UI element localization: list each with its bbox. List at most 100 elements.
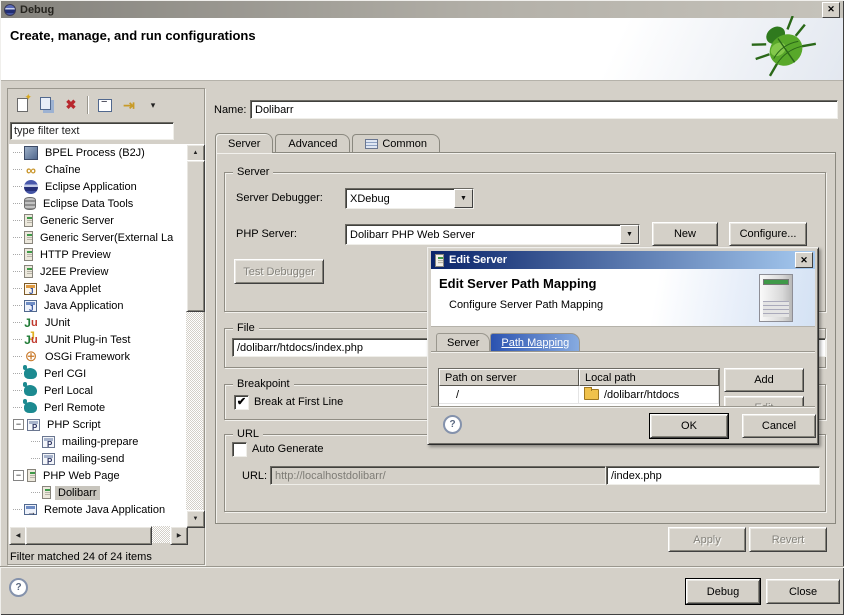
chevron-down-icon[interactable]: ▼ [620,225,639,244]
help-icon[interactable]: ? [443,415,462,434]
server-debugger-select[interactable]: XDebug ▼ [345,188,474,209]
duplicate-icon[interactable] [37,95,57,115]
tree-item-label: Java Application [41,299,127,313]
php-server-select[interactable]: Dolibarr PHP Web Server ▼ [345,224,640,245]
tree-item-label: JUnit [42,316,73,330]
edit-server-tabs: ServerPath Mapping [436,333,580,351]
test-debugger-button[interactable]: Test Debugger [234,259,324,284]
ok-button[interactable]: OK [650,414,728,438]
tree-item-php-web-page[interactable]: − PHP Web Page [9,467,186,484]
server-icon [27,469,36,482]
tree-line [13,237,22,238]
header-banner: Create, manage, and run configurations [1,18,843,81]
horizontal-scroll-thumb[interactable] [25,526,152,545]
tree-item-generic-server[interactable]: Generic Server [9,212,186,229]
server-icon [24,214,33,227]
configure-server-button[interactable]: Configure... [729,222,807,246]
cancel-button[interactable]: Cancel [742,414,816,438]
name-input[interactable]: Dolibarr [250,100,838,119]
tree-item-php-script[interactable]: −PHP Script [9,416,186,433]
close-button[interactable]: Close [766,579,840,604]
tree-item-perl-remote[interactable]: Perl Remote [9,399,186,416]
eclipse-icon [24,180,38,194]
tree-item-label: Eclipse Application [42,180,140,194]
tree-item-j2ee-preview[interactable]: J2EE Preview [9,263,186,280]
help-icon[interactable]: ? [9,578,28,597]
applet-icon [24,283,37,295]
add-mapping-button[interactable]: Add [724,368,804,392]
filter-menu-icon[interactable] [143,95,163,115]
server-icon [24,231,33,244]
chevron-down-icon[interactable]: ▼ [454,189,473,208]
tree-item-mailing-send[interactable]: mailing-send [9,450,186,467]
new-configuration-icon[interactable] [13,95,33,115]
tree-item-label: HTTP Preview [37,248,114,262]
tab-advanced[interactable]: Advanced [275,134,350,153]
tree-item-perl-local[interactable]: Perl Local [9,382,186,399]
server-icon [435,254,444,267]
tree-item-bpel-process-b2j[interactable]: BPEL Process (B2J) [9,144,186,161]
phpscript-icon [27,419,40,431]
collapse-expander-icon[interactable]: − [13,419,24,430]
page-title: Create, manage, and run configurations [10,28,256,43]
filter-icon[interactable] [119,95,139,115]
tab-common[interactable]: Common [352,134,440,153]
tab-server[interactable]: Server [215,133,273,153]
auto-generate-checkbox[interactable] [232,442,247,457]
tab-separator [431,351,815,352]
tree-item-eclipse-data-tools[interactable]: Eclipse Data Tools [9,195,186,212]
table-header-row: Path on serverLocal path [439,369,719,386]
filter-match-status: Filter matched 24 of 24 items [10,551,152,563]
window-titlebar[interactable]: Debug ✕ [1,1,843,18]
tree-item-http-preview[interactable]: HTTP Preview [9,246,186,263]
tree-item-label: Chaîne [42,163,83,177]
tree-line [13,186,22,187]
server-tower-icon [759,274,793,322]
edit-server-close-button[interactable]: ✕ [795,252,813,268]
tree-item-java-application[interactable]: Java Application [9,297,186,314]
tree-item-label: PHP Web Page [40,469,123,483]
tree-item-remote-java-application[interactable]: Remote Java Application [9,501,186,518]
edit-server-subheading: Configure Server Path Mapping [449,299,603,311]
tree-item-mailing-prepare[interactable]: mailing-prepare [9,433,186,450]
phpscript-icon [42,453,55,465]
revert-button[interactable]: Revert [749,527,827,552]
server-debugger-label: Server Debugger: [236,192,323,204]
tree-item-junit[interactable]: JUnit [9,314,186,331]
tree-line [13,271,22,272]
tree-item-generic-server-external-la[interactable]: Generic Server(External La [9,229,186,246]
new-server-button[interactable]: New [652,222,718,246]
server-icon [24,248,33,261]
delete-icon[interactable] [61,95,81,115]
tab-path-mapping[interactable]: Path Mapping [490,333,580,351]
eclipse-logo-icon [4,4,16,16]
tree-item-junit-plug-in-test[interactable]: JUnit Plug-in Test [9,331,186,348]
tree-item-label: mailing-prepare [59,435,141,449]
debug-button[interactable]: Debug [686,579,760,604]
apply-button[interactable]: Apply [668,527,746,552]
edit-server-titlebar[interactable]: Edit Server ✕ [431,251,815,269]
tree-line [13,373,22,374]
column-header-path-on-server[interactable]: Path on server [439,369,579,386]
column-header-local-path[interactable]: Local path [579,369,719,386]
table-row[interactable]: //dolibarr/htdocs [439,386,719,404]
tree-item-cha-ne[interactable]: Chaîne [9,161,186,178]
tab-server[interactable]: Server [436,333,490,351]
scroll-right-button[interactable]: ▶ [170,526,188,545]
collapse-expander-icon[interactable]: − [13,470,24,481]
collapse-all-icon[interactable] [95,95,115,115]
tree-item-dolibarr[interactable]: Dolibarr [9,484,186,501]
url-path-input[interactable]: /index.php [606,466,820,485]
vertical-scroll-thumb[interactable] [186,160,205,312]
sidebar-toolbar [9,91,203,119]
tree-item-eclipse-application[interactable]: Eclipse Application [9,178,186,195]
tree-item-java-applet[interactable]: Java Applet [9,280,186,297]
perl-icon [24,402,37,413]
tree-item-perl-cgi[interactable]: Perl CGI [9,365,186,382]
local-path-cell: /dolibarr/htdocs [579,386,719,403]
filter-input[interactable] [10,122,174,140]
scroll-down-button[interactable]: ▼ [186,510,205,528]
tree-item-osgi-framework[interactable]: OSGi Framework [9,348,186,365]
url-group-legend: URL [233,428,263,440]
break-at-first-line-checkbox[interactable]: ✔ [234,395,249,410]
